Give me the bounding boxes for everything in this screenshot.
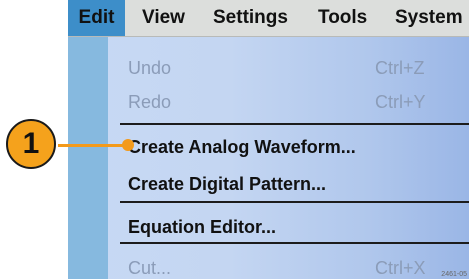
menu-item-label: Create Analog Waveform... <box>128 137 356 157</box>
menu-separator <box>120 242 469 244</box>
menu-item-label: Cut... <box>128 258 172 278</box>
menu-item-shortcut: Ctrl+Z <box>375 58 425 78</box>
menu-separator <box>120 123 469 125</box>
menu-item-shortcut: Ctrl+Y <box>375 92 426 112</box>
menu-view[interactable]: View <box>142 0 185 36</box>
menu-bar: Edit View Settings Tools System <box>68 0 469 37</box>
menu-item-label: Create Digital Pattern... <box>128 174 327 194</box>
menu-item-equation-editor[interactable]: Equation Editor... <box>128 212 469 242</box>
menu-item-label: Redo <box>128 92 172 112</box>
menu-item-shortcut: Ctrl+X <box>375 258 426 278</box>
menu-item-create-digital-pattern[interactable]: Create Digital Pattern... <box>128 169 469 199</box>
menu-item-label: Undo <box>128 58 172 78</box>
menu-system[interactable]: System <box>395 0 463 36</box>
menu-item-cut[interactable]: Cut... Ctrl+X <box>128 253 469 279</box>
menu-settings[interactable]: Settings <box>213 0 288 36</box>
figure-id-label: 2461-05 <box>441 271 467 278</box>
callout-pointer-dot <box>122 139 134 151</box>
menu-edit[interactable]: Edit <box>68 0 125 36</box>
callout-leader-line <box>58 144 128 147</box>
menu-separator <box>120 201 469 203</box>
menu-tools[interactable]: Tools <box>318 0 367 36</box>
menu-item-label: Equation Editor... <box>128 217 276 237</box>
menu-item-undo[interactable]: Undo Ctrl+Z <box>128 53 469 83</box>
callout-number-badge: 1 <box>6 119 56 169</box>
menu-icon-gutter <box>68 37 108 279</box>
menu-item-redo[interactable]: Redo Ctrl+Y <box>128 87 469 117</box>
edit-dropdown-menu: Undo Ctrl+Z Redo Ctrl+Y Create Analog Wa… <box>68 37 469 279</box>
menu-item-create-analog-waveform[interactable]: Create Analog Waveform... <box>128 132 469 162</box>
screenshot-stage: Edit View Settings Tools System Undo Ctr… <box>0 0 469 279</box>
